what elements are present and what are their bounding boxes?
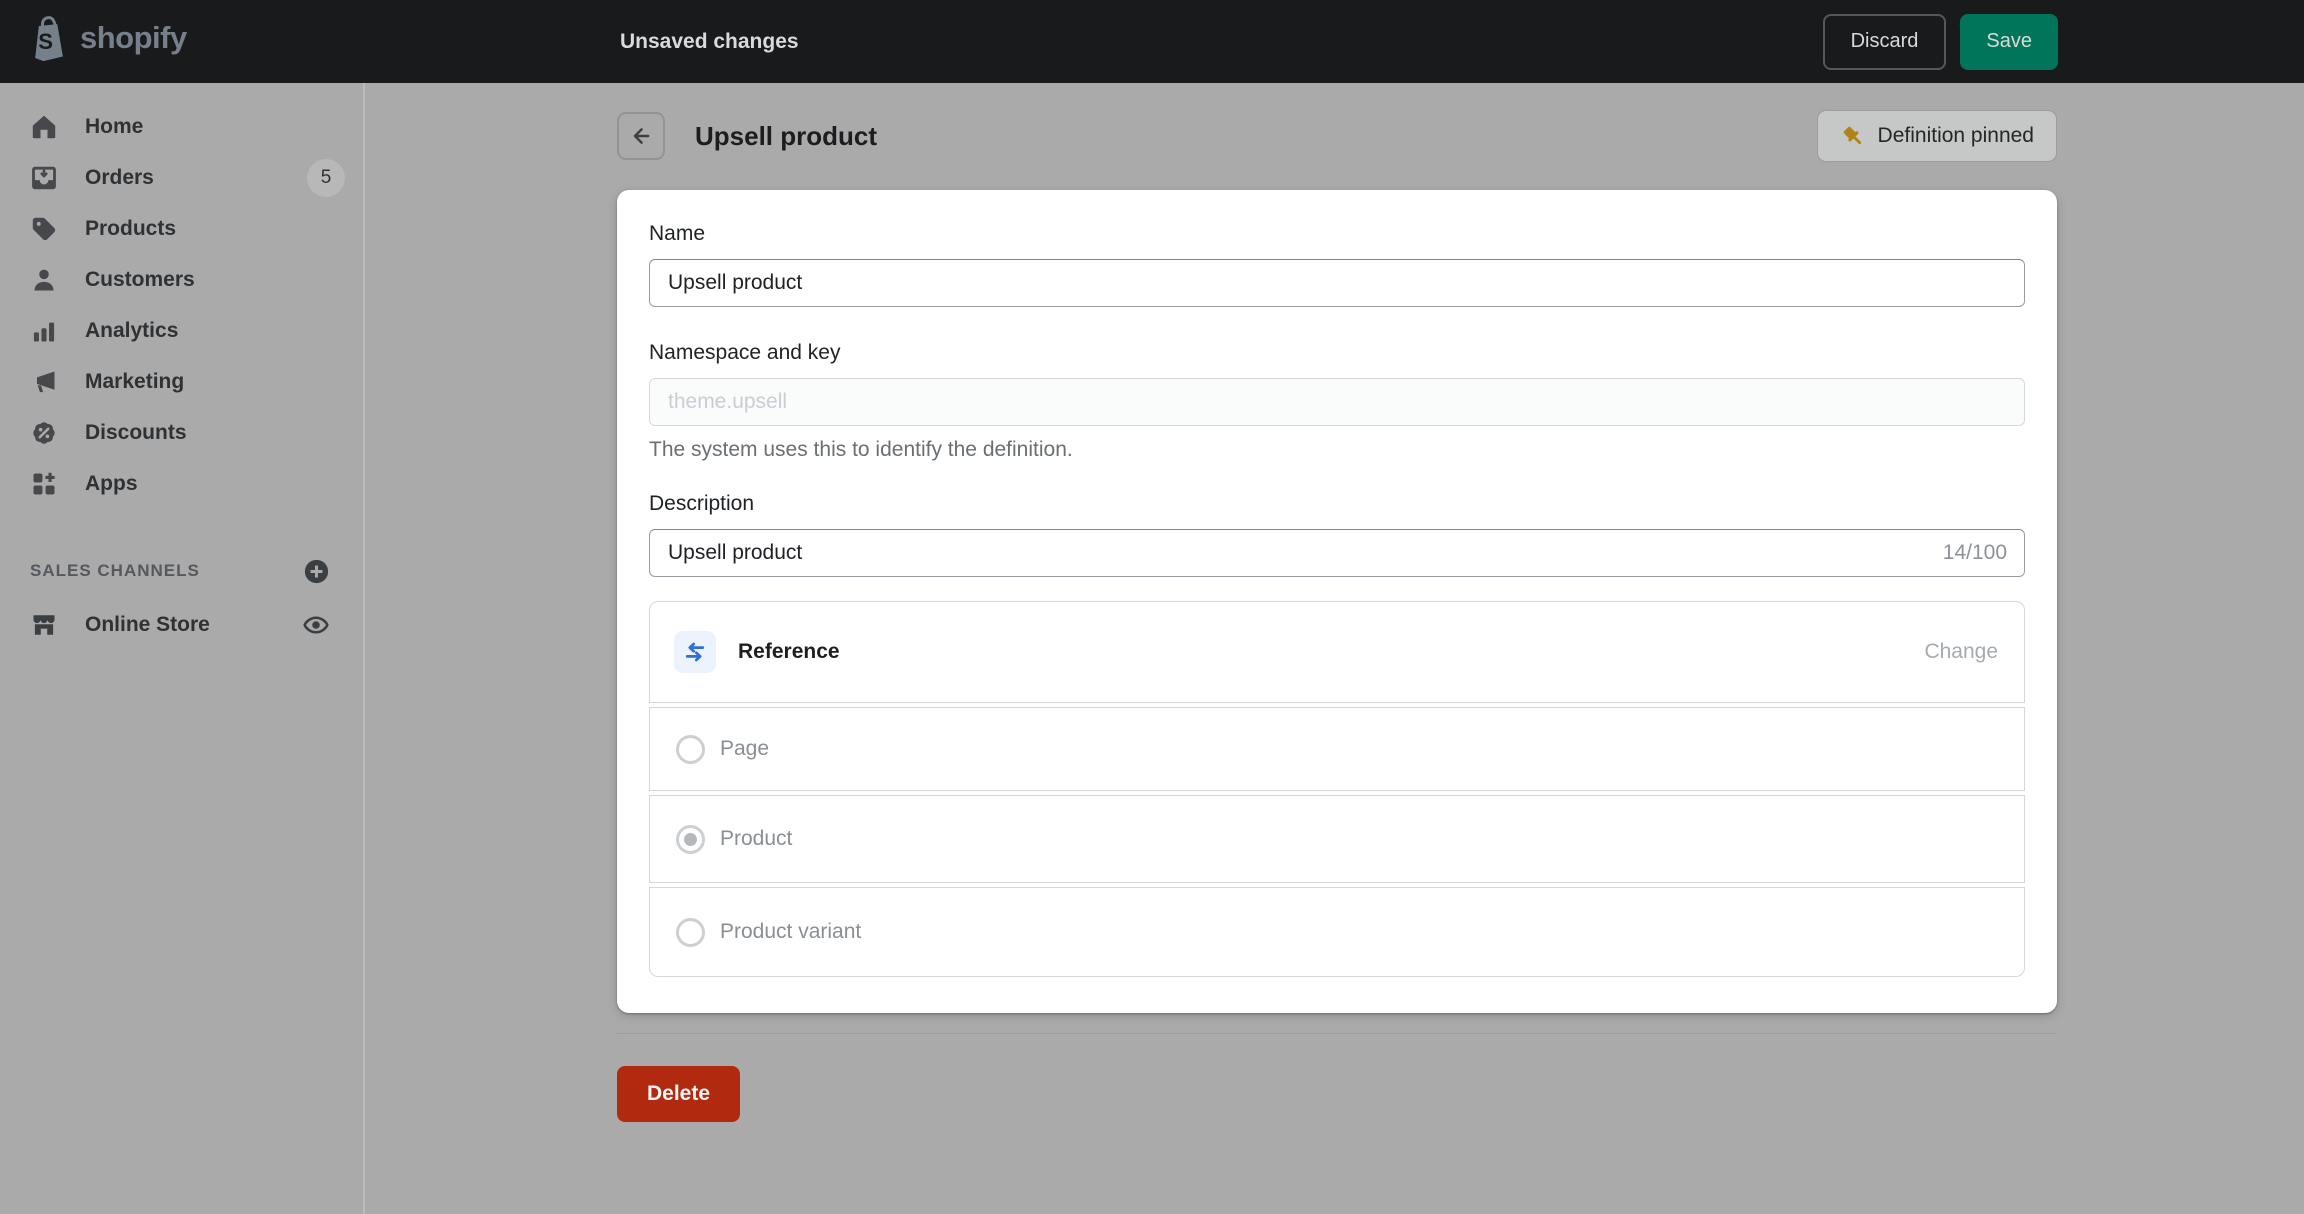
reference-icon-tile	[674, 631, 716, 673]
namespace-input[interactable]	[649, 378, 2025, 426]
sidebar-item-label: Discounts	[85, 421, 345, 445]
reference-title: Reference	[738, 640, 1902, 664]
sidebar-item-marketing[interactable]: Marketing	[0, 356, 363, 407]
sidebar-item-products[interactable]: Products	[0, 203, 363, 254]
name-label: Name	[649, 222, 2025, 246]
sales-channels-heading: SALES CHANNELS	[0, 551, 363, 591]
name-field: Name	[649, 222, 2025, 307]
namespace-help-text: The system uses this to identify the def…	[649, 438, 2025, 462]
add-sales-channel-icon[interactable]	[303, 558, 330, 585]
home-icon	[30, 113, 58, 141]
shopify-bag-icon: S	[28, 14, 70, 62]
description-label: Description	[649, 492, 2025, 516]
orders-count-badge: 5	[307, 159, 345, 197]
namespace-field: Namespace and key The system uses this t…	[649, 341, 2025, 462]
topbar-actions: Discard Save	[1823, 0, 2058, 83]
sidebar-item-home[interactable]: Home	[0, 101, 363, 152]
footer-divider	[617, 1033, 2057, 1034]
discount-badge-icon	[30, 419, 58, 447]
megaphone-icon	[30, 368, 58, 396]
reference-option-page[interactable]: Page	[649, 707, 2025, 791]
namespace-label: Namespace and key	[649, 341, 2025, 365]
sidebar-item-analytics[interactable]: Analytics	[0, 305, 363, 356]
tag-icon	[30, 215, 58, 243]
storefront-icon	[30, 611, 58, 639]
unsaved-changes-status: Unsaved changes	[620, 0, 799, 83]
sidebar-item-label: Analytics	[85, 319, 345, 343]
sidebar-item-apps[interactable]: Apps	[0, 458, 363, 509]
back-button[interactable]	[617, 112, 665, 160]
sidebar-item-label: Home	[85, 115, 345, 139]
main-content: Upsell product Definition pinned Name Na…	[617, 83, 2057, 1122]
svg-text:S: S	[38, 29, 53, 54]
radio-button[interactable]	[676, 918, 705, 947]
page-header: Upsell product Definition pinned	[617, 110, 2057, 162]
arrow-left-icon	[629, 124, 653, 148]
change-link[interactable]: Change	[1924, 640, 1998, 664]
reference-option-product-variant[interactable]: Product variant	[649, 887, 2025, 977]
reference-option-product[interactable]: Product	[649, 795, 2025, 883]
sidebar-item-discounts[interactable]: Discounts	[0, 407, 363, 458]
customers-icon	[30, 266, 58, 294]
discard-button[interactable]: Discard	[1823, 14, 1947, 70]
topbar: S shopify Unsaved changes Discard Save	[0, 0, 2304, 83]
sidebar-item-online-store[interactable]: Online Store	[0, 599, 363, 650]
apps-grid-icon	[30, 470, 58, 498]
name-input[interactable]	[649, 259, 2025, 307]
definition-card: Name Namespace and key The system uses t…	[617, 190, 2057, 1013]
view-online-store-eye-icon[interactable]	[302, 611, 330, 639]
radio-button[interactable]	[676, 735, 705, 764]
delete-button[interactable]: Delete	[617, 1066, 740, 1122]
description-field: Description 14/100	[649, 492, 2025, 577]
sidebar: Home Orders 5 Products Custo	[0, 83, 365, 1214]
orders-icon	[30, 164, 58, 192]
page-title: Upsell product	[695, 121, 877, 152]
reference-type-group: Reference Change Page Product Product va…	[649, 601, 2025, 977]
sidebar-item-customers[interactable]: Customers	[0, 254, 363, 305]
pin-icon	[1840, 123, 1866, 149]
option-label: Page	[720, 737, 769, 761]
reference-header: Reference Change	[649, 601, 2025, 703]
shopify-logo: S shopify	[28, 14, 187, 62]
option-label: Product variant	[720, 920, 861, 944]
sidebar-item-label: Orders	[85, 166, 280, 190]
analytics-icon	[30, 317, 58, 345]
exchange-arrows-icon	[682, 639, 708, 665]
sidebar-item-label: Products	[85, 217, 345, 241]
option-label: Product	[720, 827, 792, 851]
definition-pinned-label: Definition pinned	[1878, 124, 2034, 148]
channel-label: Online Store	[85, 613, 275, 637]
radio-button[interactable]	[676, 825, 705, 854]
definition-pinned-button[interactable]: Definition pinned	[1817, 110, 2057, 162]
shopify-wordmark: shopify	[80, 20, 187, 56]
sidebar-item-label: Customers	[85, 268, 345, 292]
description-input[interactable]	[649, 529, 2025, 577]
sidebar-item-label: Marketing	[85, 370, 345, 394]
sidebar-item-label: Apps	[85, 472, 345, 496]
save-button[interactable]: Save	[1960, 14, 2058, 70]
sidebar-item-orders[interactable]: Orders 5	[0, 152, 363, 203]
